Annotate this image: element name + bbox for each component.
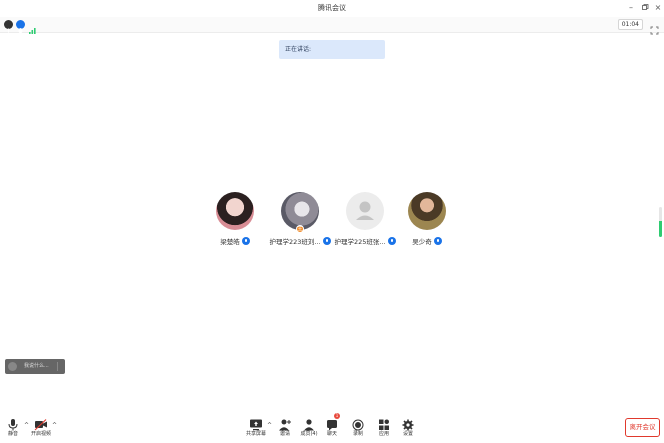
close-button[interactable]: × — [653, 3, 663, 13]
shield-icon[interactable] — [16, 20, 25, 34]
svg-text:i: i — [8, 28, 10, 35]
chat-icon: 1 — [325, 413, 340, 431]
participant-name: 吴少奇 — [412, 238, 432, 246]
participant-name: 护理学223班刘... — [269, 238, 321, 246]
mute-label: 静音 — [7, 431, 18, 437]
avatar — [346, 192, 384, 230]
meeting-timer: 01:04 — [617, 19, 643, 30]
host-badge: 主 — [296, 225, 304, 233]
settings-label: 设置 — [402, 431, 413, 437]
bottom-toolbar: 静音 ^ 开启视频 ^ 共享屏幕 ^ 邀请 成员(4) 1 聊天 录制 应用 设… — [0, 412, 664, 443]
participant-tile[interactable]: 主 护理学223班刘... — [265, 192, 335, 246]
restore-icon — [642, 4, 649, 10]
signal-icon[interactable] — [28, 20, 37, 34]
volume-indicator — [659, 207, 662, 237]
video-label: 开启视频 — [30, 431, 51, 437]
settings-button[interactable]: 设置 — [393, 416, 423, 437]
leave-meeting-button[interactable]: 离开会议 — [625, 418, 660, 437]
share-screen-label: 共享屏幕 — [245, 431, 266, 437]
meeting-info-bar: i 01:04 — [0, 17, 664, 35]
mic-icon — [241, 237, 250, 245]
participant-tile[interactable]: 吴少奇 — [392, 192, 462, 246]
participant-name: 梁楚皓 — [220, 238, 240, 246]
fullscreen-icon[interactable] — [650, 20, 659, 35]
gear-icon — [401, 416, 415, 431]
share-screen-icon — [249, 416, 263, 431]
restore-button[interactable] — [640, 3, 650, 14]
members-icon — [302, 416, 316, 431]
title-bar: 腾讯会议 – × — [0, 0, 664, 17]
floating-notice[interactable]: 我说什么... — [5, 359, 65, 374]
video-off-icon — [34, 416, 48, 431]
info-icon[interactable]: i — [4, 20, 13, 35]
window-title: 腾讯会议 — [318, 4, 346, 12]
add-user-icon — [278, 416, 292, 431]
participant-name: 护理学225班张... — [334, 238, 386, 246]
participant-tile[interactable]: 护理学225班张... — [330, 192, 400, 246]
notice-text: 我说什么... — [24, 363, 49, 369]
apps-icon — [377, 416, 391, 430]
microphone-icon — [6, 416, 20, 431]
video-options-caret[interactable]: ^ — [52, 422, 57, 429]
record-icon — [351, 416, 365, 431]
minimize-button[interactable]: – — [626, 3, 636, 13]
user-icon — [8, 362, 17, 371]
participant-tile[interactable]: 梁楚皓 — [200, 192, 270, 246]
divider — [57, 362, 58, 371]
avatar — [408, 192, 446, 230]
chat-unread-badge: 1 — [334, 413, 340, 419]
mic-icon — [433, 237, 442, 245]
default-avatar-icon — [356, 201, 374, 220]
speaking-banner: 正在讲话: — [279, 40, 385, 59]
avatar — [216, 192, 254, 230]
